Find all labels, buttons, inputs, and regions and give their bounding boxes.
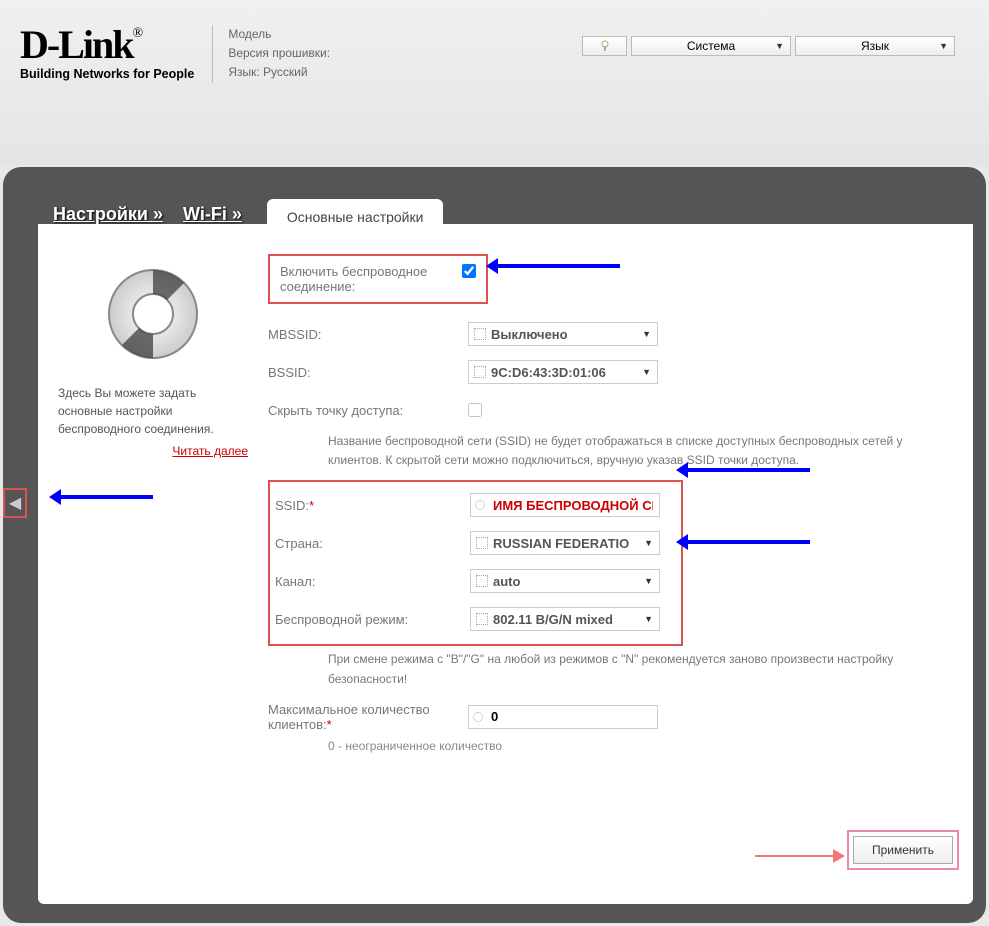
chevron-left-icon: ◀ xyxy=(9,493,21,513)
max-clients-label: Максимальное количество клиентов:* xyxy=(268,702,468,732)
ssid-label: SSID:* xyxy=(275,498,470,513)
bssid-select[interactable]: 9C:D6:43:3D:01:06 xyxy=(468,360,658,384)
apply-button[interactable]: Применить xyxy=(853,836,953,864)
system-dropdown[interactable]: Система xyxy=(631,36,791,56)
enable-wireless-checkbox[interactable] xyxy=(462,264,476,278)
logo: D-Link® Building Networks for People xyxy=(20,25,194,81)
annotation-arrow xyxy=(755,855,840,857)
help-icon xyxy=(103,264,203,364)
ssid-input[interactable] xyxy=(470,493,660,517)
help-text: Здесь Вы можете задать основные настройк… xyxy=(58,384,248,438)
mbssid-select[interactable]: Выключено xyxy=(468,322,658,346)
wireless-mode-select[interactable]: 802.11 B/G/N mixed xyxy=(470,607,660,631)
status-indicator xyxy=(582,36,627,56)
device-info: Модель Версия прошивки: Язык: Русский xyxy=(212,25,330,83)
channel-select[interactable]: auto xyxy=(470,569,660,593)
annotation-arrow xyxy=(53,495,153,499)
enable-wireless-label: Включить беспроводное соединение: xyxy=(280,264,440,294)
breadcrumb-wifi[interactable]: Wi-Fi » xyxy=(183,204,242,224)
hide-ap-label: Скрыть точку доступа: xyxy=(268,403,468,418)
wireless-mode-label: Беспроводной режим: xyxy=(275,612,470,627)
mbssid-label: MBSSID: xyxy=(268,327,468,342)
max-clients-input[interactable] xyxy=(468,705,658,729)
annotation-arrow xyxy=(490,264,620,268)
channel-label: Канал: xyxy=(275,574,470,589)
bssid-label: BSSID: xyxy=(268,365,468,380)
hide-ap-note: Название беспроводной сети (SSID) не буд… xyxy=(328,432,943,470)
country-label: Страна: xyxy=(275,536,470,551)
mode-note: При смене режима с "B"/"G" на любой из р… xyxy=(328,650,943,688)
sidebar-expand-toggle[interactable]: ◀ xyxy=(3,488,27,518)
firmware-label: Версия прошивки: xyxy=(228,44,330,63)
hide-ap-checkbox[interactable] xyxy=(468,403,482,417)
country-select[interactable]: RUSSIAN FEDERATIO xyxy=(470,531,660,555)
breadcrumb-root[interactable]: Настройки » xyxy=(53,204,163,224)
read-more-link[interactable]: Читать далее xyxy=(58,444,248,458)
annotation-arrow xyxy=(680,540,810,544)
model-label: Модель xyxy=(228,25,330,44)
language-dropdown[interactable]: Язык xyxy=(795,36,955,56)
annotation-arrow xyxy=(680,468,810,472)
max-clients-note: 0 - неограниченное количество xyxy=(328,739,943,753)
language-label: Язык: Русский xyxy=(228,63,330,82)
